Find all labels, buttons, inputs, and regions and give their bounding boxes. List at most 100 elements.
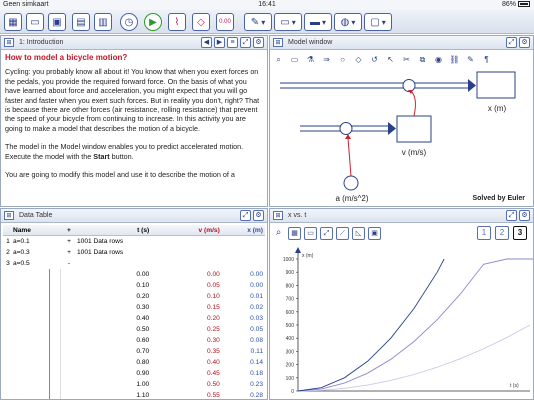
- constant-icon[interactable]: ◇: [352, 53, 365, 66]
- intro-heading: How to model a bicycle motion?: [5, 53, 128, 62]
- area-icon[interactable]: ◺: [352, 226, 365, 240]
- chart-icon[interactable]: ⌇: [168, 13, 186, 31]
- run-row[interactable]: 2 a=0.3: [3, 247, 63, 258]
- back-icon[interactable]: ◀: [201, 37, 212, 48]
- page-button-selected[interactable]: 3: [513, 226, 527, 240]
- v-valve[interactable]: [339, 122, 353, 135]
- y-axis-label: x (m): [302, 253, 314, 259]
- expand-icon[interactable]: ⤢: [240, 37, 251, 48]
- layout-dropdown[interactable]: ▭: [274, 13, 302, 31]
- panel-grip-icon[interactable]: ⊞: [273, 38, 283, 47]
- expand-icon[interactable]: ⤢: [506, 210, 517, 221]
- run-row[interactable]: 3 a=0.5: [3, 258, 63, 269]
- flask-icon[interactable]: ⚗: [304, 53, 317, 66]
- pen-dropdown[interactable]: ✎: [244, 13, 272, 31]
- expand-icon[interactable]: ⤢: [506, 37, 517, 48]
- model-icon[interactable]: ◇: [192, 13, 210, 31]
- table-row[interactable]: 0.70 0.35 0.11: [63, 346, 265, 357]
- toolbox-icon[interactable]: ▣: [368, 226, 381, 240]
- collapse-toggle[interactable]: -: [63, 258, 75, 269]
- table-view-icon[interactable]: ▦: [288, 226, 301, 240]
- run-row[interactable]: 1 a=0.1: [3, 236, 63, 247]
- table-row[interactable]: 0.20 0.10 0.01: [63, 291, 265, 302]
- intro-paragraph-2: The model in the Model window enables yo…: [5, 142, 263, 161]
- table-row[interactable]: 0.50 0.25 0.05: [63, 324, 265, 335]
- panel-header: ⊞ Data Table ⤢ ⚙: [1, 209, 267, 223]
- table-icon[interactable]: ▤: [72, 13, 90, 31]
- a-auxiliary[interactable]: [343, 175, 359, 191]
- expand-toggle[interactable]: +: [63, 247, 75, 258]
- run-summary-row: +1001 Data rows: [63, 236, 265, 247]
- tools-icon[interactable]: ⚙: [519, 210, 530, 221]
- play-icon[interactable]: ▶: [144, 13, 162, 31]
- x-stock[interactable]: [476, 71, 516, 99]
- panel-grip-icon[interactable]: ⊞: [4, 211, 14, 220]
- y-tick-label: 200: [286, 363, 295, 369]
- x-flow-arrow[interactable]: [280, 79, 476, 92]
- y-tick-label: 400: [286, 336, 295, 342]
- blank-cell: [63, 368, 75, 379]
- edit-icon[interactable]: ✎: [464, 53, 477, 66]
- timer-icon[interactable]: ◷: [120, 13, 138, 31]
- calculator-icon[interactable]: ▥: [94, 13, 112, 31]
- pointer-icon[interactable]: ↖: [384, 53, 397, 66]
- abc-icon[interactable]: ¶: [480, 53, 493, 66]
- solver-label: Solved by Euler: [472, 195, 525, 202]
- zoom-icon[interactable]: ⌕: [272, 226, 285, 240]
- flow-icon[interactable]: ⇒: [320, 53, 333, 66]
- fit-icon[interactable]: ⤢: [320, 226, 333, 240]
- y-tick-label: 900: [286, 270, 295, 276]
- v-to-x-link[interactable]: [410, 90, 416, 117]
- chain-icon[interactable]: ⛓: [448, 53, 461, 66]
- v-stock[interactable]: [396, 115, 432, 143]
- scan-icon[interactable]: ▭: [304, 226, 317, 240]
- v-cell: 0.15: [206, 304, 220, 311]
- blank-cell: [63, 390, 75, 399]
- expand-icon[interactable]: ⤢: [240, 210, 251, 221]
- tools-icon[interactable]: ⚙: [519, 37, 530, 48]
- save-icon[interactable]: ▣: [48, 13, 66, 31]
- table-row[interactable]: 0.00 0.00 0.00: [63, 269, 265, 280]
- x-vs-t-chart[interactable]: 0 100 200 300 400 500 600 700 800 900 1000 x (m) t (…: [270, 243, 533, 399]
- t-cell: 0.50: [136, 326, 150, 333]
- camera-icon[interactable]: ◉: [432, 53, 445, 66]
- tools-icon[interactable]: ⚙: [253, 37, 264, 48]
- table-row[interactable]: 0.10 0.05 0.00: [63, 280, 265, 291]
- link-icon[interactable]: ↺: [368, 53, 381, 66]
- page-button[interactable]: 2: [495, 226, 509, 240]
- search-icon[interactable]: ⌕: [272, 53, 285, 66]
- row-count: 1001 Data rows: [77, 249, 124, 256]
- copy-icon[interactable]: ⧉: [416, 53, 429, 66]
- table-row[interactable]: 0.80 0.40 0.14: [63, 357, 265, 368]
- run-name: a=0.1: [13, 238, 30, 245]
- slope-icon[interactable]: ⟋: [336, 226, 349, 240]
- stock-icon[interactable]: ▭: [288, 53, 301, 66]
- t-cell: 0.00: [136, 271, 150, 278]
- list-icon[interactable]: ≡: [227, 37, 238, 48]
- globe-dropdown[interactable]: ◍: [334, 13, 362, 31]
- table-row[interactable]: 1.00 0.50 0.23: [63, 379, 265, 390]
- document-dropdown[interactable]: ▢: [364, 13, 392, 31]
- auxiliary-icon[interactable]: ○: [336, 53, 349, 66]
- table-row[interactable]: 1.10 0.55 0.28: [63, 390, 265, 399]
- folder-icon[interactable]: ▭: [26, 13, 44, 31]
- value-display-icon[interactable]: 0.00: [216, 13, 234, 31]
- panel-grip-icon[interactable]: ⊞: [273, 211, 283, 220]
- data-cells: + t (s) v (m/s) x (m) +1001 Data rows +1…: [63, 225, 265, 399]
- table-row[interactable]: 0.90 0.45 0.18: [63, 368, 265, 379]
- expand-toggle[interactable]: +: [63, 236, 75, 247]
- panel-grip-icon[interactable]: ⊞: [4, 38, 14, 47]
- tools-icon[interactable]: ⚙: [253, 210, 264, 221]
- v-cell: 0.05: [206, 282, 220, 289]
- page-button[interactable]: 1: [477, 226, 491, 240]
- table-row[interactable]: 0.40 0.20 0.03: [63, 313, 265, 324]
- t-cell: 0.60: [136, 337, 150, 344]
- window-dropdown[interactable]: ▬: [304, 13, 332, 31]
- grid-icon[interactable]: ▦: [4, 13, 22, 31]
- table-row[interactable]: 0.30 0.15 0.02: [63, 302, 265, 313]
- forward-icon[interactable]: ▶: [214, 37, 225, 48]
- a-to-v-link[interactable]: [347, 137, 352, 177]
- cut-icon[interactable]: ✂: [400, 53, 413, 66]
- table-row[interactable]: 0.60 0.30 0.08: [63, 335, 265, 346]
- x-valve[interactable]: [402, 79, 416, 92]
